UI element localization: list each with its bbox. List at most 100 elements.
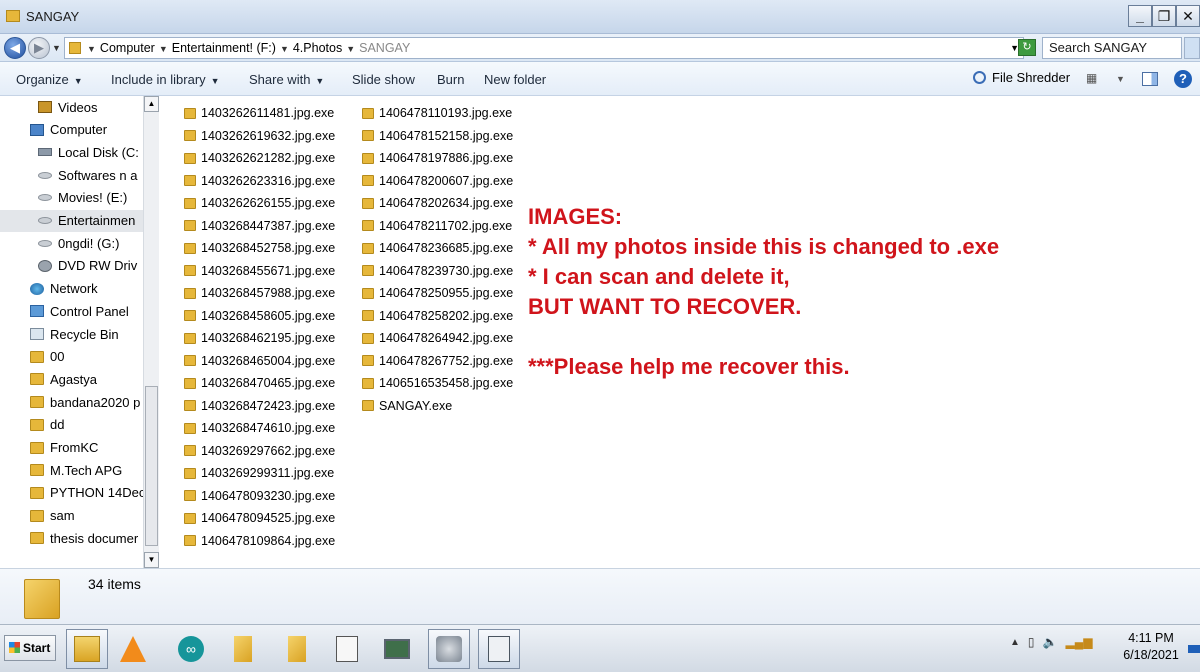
taskbar-folder[interactable] — [276, 629, 318, 669]
nav-item[interactable]: Computer — [0, 119, 145, 141]
taskbar-vlc[interactable] — [112, 629, 154, 669]
search-icon[interactable] — [1184, 37, 1200, 59]
taskbar-folder[interactable] — [222, 629, 264, 669]
nav-item[interactable]: bandana2020 p — [0, 391, 145, 413]
forward-button[interactable]: ▶ — [28, 37, 50, 59]
taskbar-task-manager[interactable] — [478, 629, 520, 669]
file-item[interactable]: 1406478200607.jpg.exe — [362, 170, 513, 192]
chevron-down-icon[interactable]: ▼ — [280, 41, 289, 55]
taskbar-monitor[interactable] — [376, 629, 418, 669]
back-button[interactable]: ◀ — [4, 37, 26, 59]
taskbar-calculator[interactable] — [326, 629, 368, 669]
file-item[interactable]: 1403262619632.jpg.exe — [184, 125, 335, 147]
burn-button[interactable]: Burn — [437, 72, 464, 87]
file-item[interactable]: 1406478239730.jpg.exe — [362, 260, 513, 282]
change-view-icon[interactable]: ▦ — [1086, 71, 1097, 85]
file-item[interactable]: 1403268462195.jpg.exe — [184, 327, 335, 349]
organize-menu[interactable]: Organize ▼ — [16, 72, 83, 87]
include-in-library-menu[interactable]: Include in library ▼ — [111, 72, 220, 87]
nav-item[interactable]: Movies! (E:) — [0, 187, 145, 209]
nav-item[interactable]: 0ngdi! (G:) — [0, 232, 145, 254]
file-item[interactable]: 1406478211702.jpg.exe — [362, 215, 512, 237]
file-item[interactable]: 1403268474610.jpg.exe — [184, 417, 335, 439]
breadcrumb-item[interactable]: SANGAY — [359, 41, 410, 55]
nav-item[interactable]: DVD RW Driv — [0, 255, 145, 277]
scroll-thumb[interactable] — [145, 386, 158, 546]
file-item[interactable]: 1403268472423.jpg.exe — [184, 395, 335, 417]
file-item[interactable]: 1406478093230.jpg.exe — [184, 485, 335, 507]
slide-show-button[interactable]: Slide show — [352, 72, 415, 87]
restore-button[interactable]: ❐ — [1152, 5, 1176, 27]
nav-item[interactable]: Agastya — [0, 368, 145, 390]
file-item[interactable]: 1403269297662.jpg.exe — [184, 440, 335, 462]
nav-item[interactable]: Local Disk (C: — [0, 141, 145, 163]
address-bar[interactable]: ▼ Computer ▼ Entertainment! (F:) ▼ 4.Pho… — [64, 37, 1024, 59]
chevron-down-icon[interactable]: ▼ — [159, 41, 168, 55]
file-item[interactable]: 1403268458605.jpg.exe — [184, 305, 335, 327]
share-with-menu[interactable]: Share with ▼ — [249, 72, 324, 87]
scroll-up-icon[interactable]: ▲ — [144, 96, 159, 112]
file-item[interactable]: 1406478110193.jpg.exe — [362, 102, 512, 124]
file-item[interactable]: 1403262611481.jpg.exe — [184, 102, 334, 124]
nav-item[interactable]: sam — [0, 505, 145, 527]
file-item[interactable]: 1403268470465.jpg.exe — [184, 372, 335, 394]
file-item[interactable]: 1403268465004.jpg.exe — [184, 350, 335, 372]
recent-pages-dropdown-icon[interactable]: ▼ — [52, 43, 61, 53]
file-item[interactable]: 1406516535458.jpg.exe — [362, 372, 513, 394]
breadcrumb-item[interactable]: Computer — [100, 41, 155, 55]
nav-item[interactable]: Recycle Bin — [0, 323, 145, 345]
chevron-up-icon[interactable]: ▲ — [1010, 637, 1020, 648]
taskbar-arduino[interactable]: ∞ — [170, 629, 212, 669]
file-item[interactable]: 1406478250955.jpg.exe — [362, 282, 513, 304]
file-item[interactable]: 1406478264942.jpg.exe — [362, 327, 513, 349]
taskbar-explorer[interactable] — [66, 629, 108, 669]
nav-item[interactable]: Network — [0, 278, 145, 300]
file-item[interactable]: 1403268447387.jpg.exe — [184, 215, 335, 237]
file-item[interactable]: 1406478109864.jpg.exe — [184, 530, 335, 552]
file-item[interactable]: 1403269299311.jpg.exe — [184, 462, 334, 484]
file-item[interactable]: 1406478094525.jpg.exe — [184, 507, 335, 529]
new-folder-button[interactable]: New folder — [484, 72, 546, 87]
file-item[interactable]: 1403268457988.jpg.exe — [184, 282, 335, 304]
nav-item[interactable]: Softwares n a — [0, 164, 145, 186]
refresh-icon[interactable]: ↻ — [1018, 39, 1036, 56]
file-item[interactable]: 1403262623316.jpg.exe — [184, 170, 335, 192]
nav-item[interactable]: dd — [0, 414, 145, 436]
taskbar-disk-tool[interactable] — [428, 629, 470, 669]
file-item[interactable]: 1403262621282.jpg.exe — [184, 147, 335, 169]
breadcrumb-item[interactable]: 4.Photos — [293, 41, 342, 55]
file-item[interactable]: 1406478258202.jpg.exe — [362, 305, 513, 327]
signal-icon[interactable]: ▂▄▆ — [1065, 635, 1092, 649]
nav-item[interactable]: FromKC — [0, 437, 145, 459]
nav-item[interactable]: thesis documer — [0, 527, 145, 549]
battery-icon[interactable]: ▯ — [1028, 635, 1035, 649]
nav-item[interactable]: PYTHON 14Dec — [0, 482, 145, 504]
file-item[interactable]: 1406478197886.jpg.exe — [362, 147, 513, 169]
file-item[interactable]: 1406478267752.jpg.exe — [362, 350, 513, 372]
chevron-down-icon[interactable]: ▼ — [87, 41, 96, 55]
nav-item[interactable]: Control Panel — [0, 300, 145, 322]
file-shredder-button[interactable]: File Shredder — [973, 70, 1070, 85]
chevron-down-icon[interactable]: ▼ — [1116, 74, 1125, 84]
file-item[interactable]: 1406478152158.jpg.exe — [362, 125, 513, 147]
nav-item[interactable]: M.Tech APG — [0, 459, 145, 481]
search-input[interactable]: Search SANGAY — [1042, 37, 1182, 59]
clock[interactable]: 4:11 PM 6/18/2021 — [1118, 630, 1184, 664]
help-icon[interactable]: ? — [1174, 70, 1192, 88]
breadcrumb-item[interactable]: Entertainment! (F:) — [172, 41, 276, 55]
volume-icon[interactable]: 🔈 — [1043, 635, 1058, 649]
start-button[interactable]: Start — [4, 635, 56, 661]
nav-scrollbar[interactable]: ▲ ▼ — [143, 96, 159, 568]
nav-item[interactable]: Videos — [0, 96, 145, 118]
file-item[interactable]: 1403268455671.jpg.exe — [184, 260, 335, 282]
file-item[interactable]: 1406478202634.jpg.exe — [362, 192, 513, 214]
close-button[interactable]: ✕ — [1176, 5, 1200, 27]
scroll-down-icon[interactable]: ▼ — [144, 552, 159, 568]
nav-item[interactable]: 00 — [0, 346, 145, 368]
chevron-down-icon[interactable]: ▼ — [346, 41, 355, 55]
preview-pane-icon[interactable] — [1142, 72, 1158, 86]
file-item[interactable]: 1406478236685.jpg.exe — [362, 237, 513, 259]
minimize-button[interactable]: _ — [1128, 5, 1152, 27]
file-item[interactable]: SANGAY.exe — [362, 395, 452, 417]
file-item[interactable]: 1403262626155.jpg.exe — [184, 192, 335, 214]
